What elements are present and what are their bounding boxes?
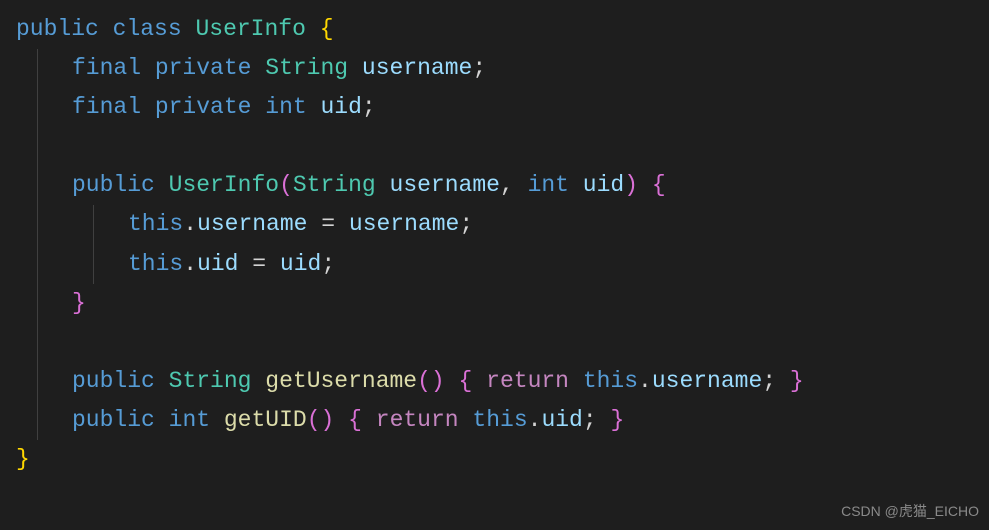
keyword-private: private — [155, 55, 252, 81]
type-int: int — [265, 94, 306, 120]
paren-open: ( — [307, 407, 321, 433]
brace-open: { — [348, 407, 362, 433]
keyword-return: return — [486, 368, 569, 394]
keyword-this: this — [583, 368, 638, 394]
field-username: username — [197, 211, 307, 237]
equals: = — [321, 211, 335, 237]
brace-open: { — [459, 368, 473, 394]
code-line: } — [16, 284, 973, 323]
keyword-private: private — [155, 94, 252, 120]
keyword-this: this — [128, 211, 183, 237]
constructor-name: UserInfo — [169, 172, 279, 198]
dot: . — [638, 368, 652, 394]
paren-close: ) — [431, 368, 445, 394]
method-getUID: getUID — [224, 407, 307, 433]
code-line: public int getUID() { return this.uid; } — [16, 401, 973, 440]
code-line: public class UserInfo { — [16, 10, 973, 49]
paren-close: ) — [624, 172, 638, 198]
brace-open: { — [652, 172, 666, 198]
keyword-public: public — [16, 16, 99, 42]
keyword-class: class — [113, 16, 182, 42]
field-uid: uid — [541, 407, 582, 433]
field-uid: uid — [197, 251, 238, 277]
paren-close: ) — [321, 407, 335, 433]
equals: = — [252, 251, 266, 277]
paren-open: ( — [417, 368, 431, 394]
dot: . — [183, 251, 197, 277]
semicolon: ; — [459, 211, 473, 237]
code-line: public UserInfo(String username, int uid… — [16, 166, 973, 205]
method-getUsername: getUsername — [265, 368, 417, 394]
dot: . — [183, 211, 197, 237]
type-int: int — [169, 407, 210, 433]
param-username: username — [390, 172, 500, 198]
keyword-public: public — [72, 407, 155, 433]
brace-close: } — [16, 446, 30, 472]
brace-close: } — [72, 290, 86, 316]
keyword-this: this — [128, 251, 183, 277]
code-line: public String getUsername() { return thi… — [16, 362, 973, 401]
keyword-this: this — [472, 407, 527, 433]
semicolon: ; — [472, 55, 486, 81]
var-username: username — [349, 211, 459, 237]
code-editor[interactable]: public class UserInfo { final private St… — [16, 10, 973, 479]
semicolon: ; — [362, 94, 376, 120]
type-string: String — [265, 55, 348, 81]
blank-line — [16, 323, 973, 362]
code-line: this.username = username; — [16, 205, 973, 244]
param-uid: uid — [583, 172, 624, 198]
brace-close: } — [610, 407, 624, 433]
brace-close: } — [790, 368, 804, 394]
watermark-text: CSDN @虎猫_EICHO — [841, 500, 979, 524]
var-uid: uid — [280, 251, 321, 277]
keyword-public: public — [72, 368, 155, 394]
code-line: final private int uid; — [16, 88, 973, 127]
dot: . — [528, 407, 542, 433]
code-line: } — [16, 440, 973, 479]
keyword-final: final — [72, 94, 141, 120]
class-name: UserInfo — [195, 16, 305, 42]
semicolon: ; — [583, 407, 597, 433]
field-username: username — [362, 55, 472, 81]
field-uid: uid — [321, 94, 362, 120]
keyword-final: final — [72, 55, 141, 81]
blank-line — [16, 127, 973, 166]
keyword-public: public — [72, 172, 155, 198]
brace-open: { — [320, 16, 334, 42]
paren-open: ( — [279, 172, 293, 198]
code-line: this.uid = uid; — [16, 245, 973, 284]
type-string: String — [293, 172, 376, 198]
code-line: final private String username; — [16, 49, 973, 88]
type-int: int — [528, 172, 569, 198]
keyword-return: return — [376, 407, 459, 433]
field-username: username — [652, 368, 762, 394]
type-string: String — [169, 368, 252, 394]
comma: , — [500, 172, 514, 198]
semicolon: ; — [321, 251, 335, 277]
semicolon: ; — [762, 368, 776, 394]
